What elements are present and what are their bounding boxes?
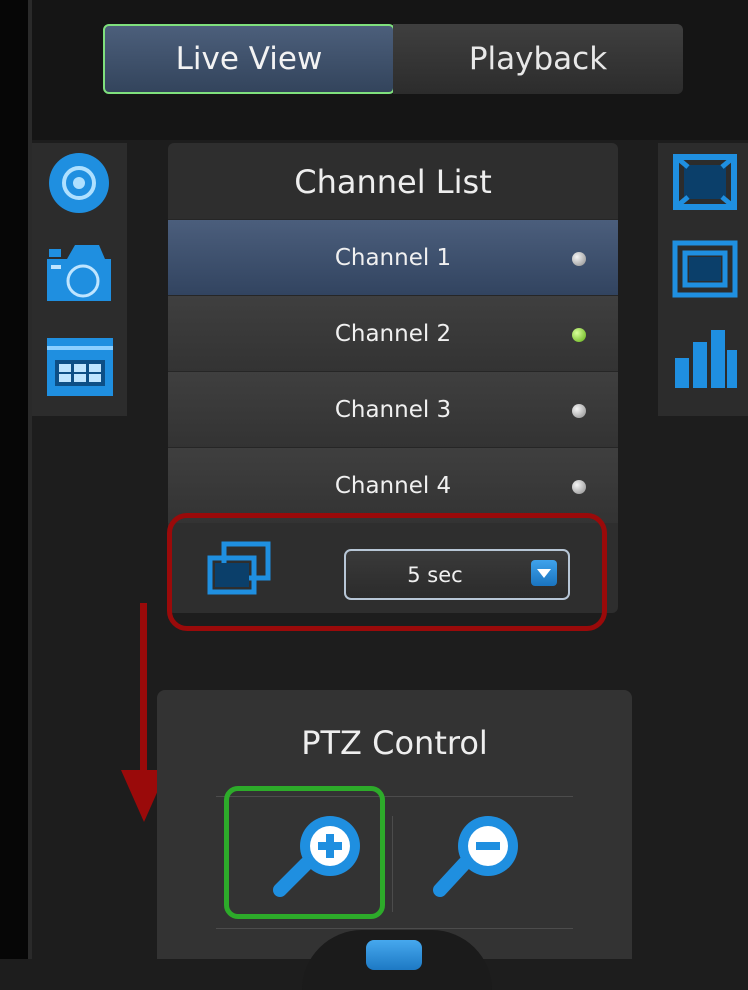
left-edge	[0, 0, 28, 959]
record-icon[interactable]	[47, 151, 111, 219]
status-indicator	[572, 404, 586, 418]
channel-list-title: Channel List	[294, 163, 492, 201]
sequence-highlight-box	[167, 513, 607, 631]
channel-label: Channel 4	[334, 472, 452, 499]
status-indicator	[572, 328, 586, 342]
zoom-out-icon[interactable]	[430, 812, 526, 906]
ptz-divider-vertical	[392, 816, 393, 912]
window-fit-icon[interactable]	[672, 240, 738, 302]
status-indicator	[572, 252, 586, 266]
annotation-arrow-shaft	[140, 603, 147, 778]
status-indicator	[572, 480, 586, 494]
channel-row-3[interactable]: Channel 3	[168, 371, 618, 447]
ptz-title: PTZ Control	[301, 724, 488, 762]
grid-layout-icon[interactable]	[45, 336, 115, 402]
fullscreen-icon[interactable]	[672, 153, 738, 215]
channel-row-1[interactable]: Channel 1	[168, 219, 618, 295]
tab-playback[interactable]: Playback	[393, 24, 683, 94]
ptz-divider-bottom	[216, 928, 573, 929]
tab-live-view[interactable]: Live View	[103, 24, 395, 94]
stats-icon[interactable]	[673, 328, 737, 394]
zoom-in-highlight-box	[224, 786, 385, 919]
channel-label: Channel 2	[334, 320, 452, 347]
right-toolbar	[658, 143, 748, 416]
channel-row-4[interactable]: Channel 4	[168, 447, 618, 523]
channel-row-2[interactable]: Channel 2	[168, 295, 618, 371]
ptz-up-button[interactable]	[366, 940, 422, 970]
camera-icon[interactable]	[45, 241, 113, 309]
left-toolbar	[32, 143, 127, 416]
channel-label: Channel 3	[334, 396, 452, 423]
channel-label: Channel 1	[334, 244, 452, 271]
